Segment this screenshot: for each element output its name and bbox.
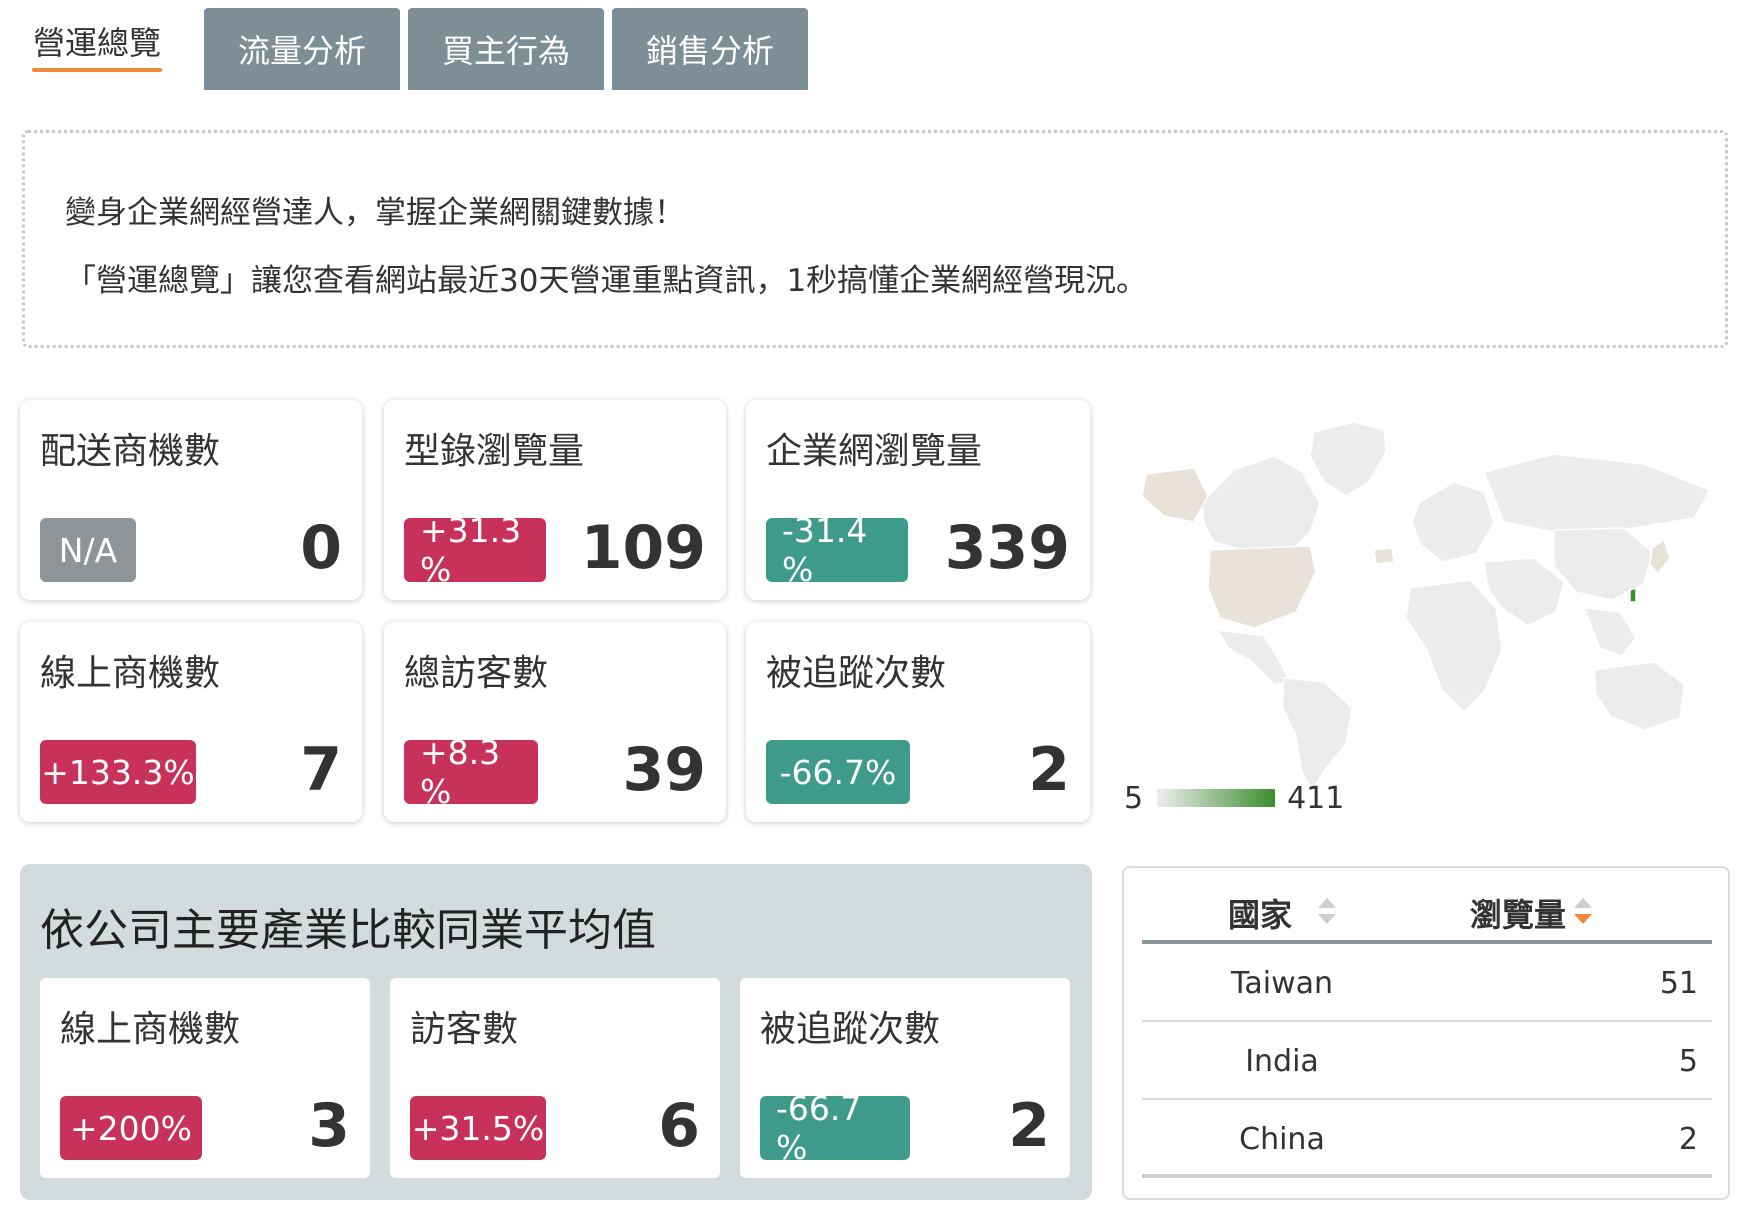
table-header: 國家 瀏覽量 [1142,884,1712,944]
stat-value: 6 [658,1091,700,1161]
stat-label: 配送商機數 [40,431,221,472]
legend-min-value: 5 [1124,780,1144,816]
stat-value: 7 [300,735,342,805]
stat-label: 線上商機數 [60,1009,241,1050]
compare-card-online-leads: 線上商機數 +200% 3 [40,978,370,1178]
tab-traffic-analysis[interactable]: 流量分析 [204,8,400,90]
map-region-japan [1649,538,1671,576]
tab-bar: 營運總覽 流量分析 買主行為 銷售分析 [20,8,808,90]
map-region-greenland [1309,421,1387,497]
map-region-africa [1405,579,1503,714]
stat-label: 企業網瀏覽量 [766,431,983,472]
change-badge: +31.5% [410,1096,546,1160]
intro-line-2: 「營運總覽」讓您查看網站最近30天營運重點資訊，1秒搞懂企業網經營現況。 [65,263,1148,299]
map-region-australia [1593,661,1685,731]
stat-value: 2 [1008,1091,1050,1161]
map-region-alaska [1141,467,1209,523]
stat-card-online-leads: 線上商機數 +133.3% 7 [20,622,362,822]
country-views-table: 國家 瀏覽量 Taiwan 51 India 5 China 2 [1122,866,1730,1200]
stat-label: 訪客數 [410,1009,519,1050]
tab-sales-analysis[interactable]: 銷售分析 [612,8,808,90]
change-badge: +31.3 % [404,511,546,589]
views-cell: 5 [1678,1044,1698,1079]
views-cell: 51 [1659,966,1698,1001]
industry-comparison-panel: 依公司主要產業比較同業平均值 線上商機數 +200% 3 訪客數 +31.5% … [20,864,1092,1200]
stat-label: 線上商機數 [40,653,221,694]
stat-card-catalog-views: 型錄瀏覽量 +31.3 % 109 [384,400,726,600]
country-cell: Taiwan [1230,966,1333,1001]
compare-card-followed-count: 被追蹤次數 -66.7 % 2 [740,978,1070,1178]
table-row: Taiwan 51 [1142,944,1712,1022]
stat-label: 型錄瀏覽量 [404,431,585,472]
map-region-central-america [1216,629,1292,685]
stat-card-site-views: 企業網瀏覽量 -31.4 % 339 [746,400,1090,600]
map-region-spain [1373,547,1395,565]
intro-line-1: 變身企業網經營達人，掌握企業網關鍵數據！ [65,195,685,231]
column-header-views[interactable]: 瀏覽量 [1470,890,1566,936]
stat-value: 339 [944,513,1070,583]
stat-value: 0 [300,513,342,583]
change-badge: -31.4 % [766,511,908,589]
comparison-title: 依公司主要產業比較同業平均值 [40,905,656,956]
map-region-europe [1411,481,1495,563]
map-region-usa [1207,545,1317,629]
column-header-country[interactable]: 國家 [1228,890,1292,936]
stat-card-total-visitors: 總訪客數 +8.3 % 39 [384,622,726,822]
table-row: India 5 [1142,1022,1712,1100]
map-color-legend: 5 411 [1124,780,1344,816]
change-badge: +133.3% [40,740,196,804]
stat-value: 3 [308,1091,350,1161]
legend-gradient-bar [1157,789,1276,807]
change-badge: +8.3 % [404,733,538,811]
sort-descending-icon[interactable] [1572,896,1594,926]
views-cell: 2 [1678,1122,1698,1157]
stat-value: 2 [1028,735,1070,805]
map-region-east-asia [1553,527,1653,601]
table-row: China 2 [1142,1100,1712,1178]
country-cell: India [1245,1044,1319,1079]
country-cell: China [1239,1122,1325,1157]
map-region-canada [1201,455,1321,551]
world-map[interactable] [1124,412,1734,792]
change-badge: -66.7 % [760,1089,910,1167]
stat-card-distributed-leads: 配送商機數 N/A 0 [20,400,362,600]
map-region-russia [1482,453,1712,535]
map-region-south-america [1281,677,1353,792]
map-region-taiwan [1629,586,1637,603]
stat-value: 109 [580,513,706,583]
change-badge: +200% [60,1096,202,1160]
sort-arrows-icon[interactable] [1316,896,1338,926]
compare-card-visitors: 訪客數 +31.5% 6 [390,978,720,1178]
stat-card-followed-count: 被追蹤次數 -66.7% 2 [746,622,1090,822]
stat-label: 被追蹤次數 [766,653,947,694]
stat-label: 總訪客數 [404,653,549,694]
stat-label: 被追蹤次數 [760,1009,941,1050]
intro-box: 變身企業網經營達人，掌握企業網關鍵數據！ 「營運總覽」讓您查看網站最近30天營運… [22,130,1728,348]
change-badge: N/A [40,518,136,582]
stat-value: 39 [622,735,707,805]
change-badge: -66.7% [766,740,910,804]
map-region-southeast-asia [1582,607,1637,657]
tab-overview[interactable]: 營運總覽 [20,8,174,90]
tab-buyer-behavior[interactable]: 買主行為 [408,8,604,90]
legend-max-value: 411 [1287,780,1345,816]
